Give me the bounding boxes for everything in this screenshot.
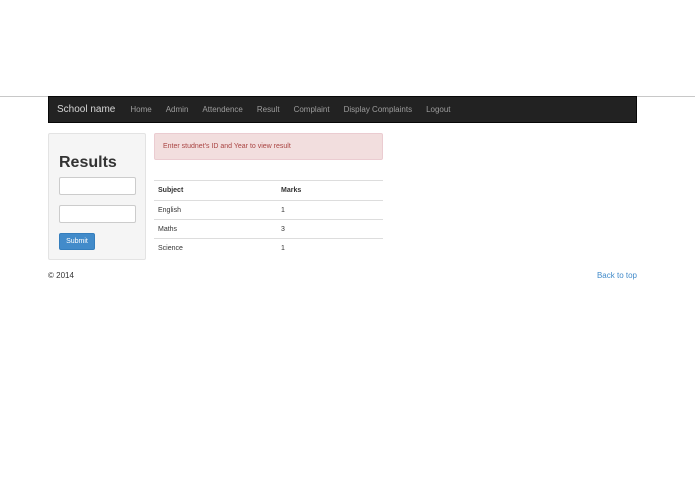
back-to-top-link[interactable]: Back to top: [597, 271, 637, 280]
subject-cell: English: [154, 200, 277, 220]
nav-item-logout[interactable]: Logout: [419, 96, 457, 123]
marks-cell: 1: [277, 200, 383, 220]
submit-button[interactable]: Submit: [59, 233, 95, 250]
nav-menu: Home Admin Attendence Result Complaint D…: [123, 96, 457, 123]
table-row: Science 1: [154, 238, 383, 258]
results-table: Subject Marks English 1 Maths 3 Science …: [154, 180, 383, 258]
table-header-row: Subject Marks: [154, 180, 383, 201]
nav-item-result[interactable]: Result: [250, 96, 287, 123]
nav-item-home[interactable]: Home: [123, 96, 158, 123]
year-input[interactable]: [59, 205, 136, 223]
nav-item-attendence[interactable]: Attendence: [195, 96, 249, 123]
navbar-brand[interactable]: School name: [57, 104, 115, 115]
alert-message: Enter studnet's ID and Year to view resu…: [154, 133, 383, 160]
header-marks: Marks: [277, 180, 383, 201]
student-id-input[interactable]: [59, 177, 136, 195]
header-subject: Subject: [154, 180, 277, 201]
navbar: School name Home Admin Attendence Result…: [48, 96, 637, 123]
nav-item-admin[interactable]: Admin: [159, 96, 196, 123]
subject-cell: Maths: [154, 219, 277, 239]
nav-item-display-complaints[interactable]: Display Complaints: [337, 96, 419, 123]
table-row: Maths 3: [154, 219, 383, 239]
nav-item-complaint[interactable]: Complaint: [287, 96, 337, 123]
marks-cell: 1: [277, 238, 383, 258]
table-row: English 1: [154, 200, 383, 220]
results-form-panel: Results Submit: [48, 133, 146, 260]
subject-cell: Science: [154, 238, 277, 258]
footer-copyright: © 2014: [48, 271, 74, 280]
marks-cell: 3: [277, 219, 383, 239]
results-heading: Results: [59, 154, 117, 171]
